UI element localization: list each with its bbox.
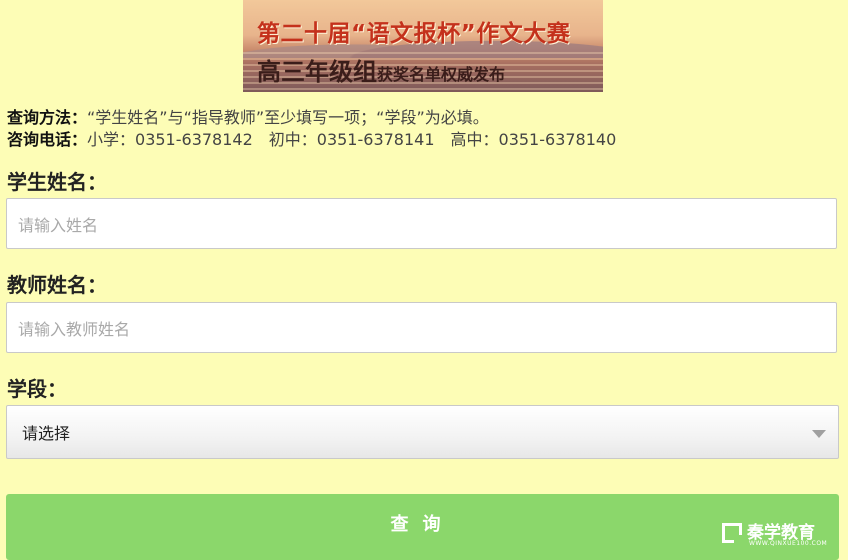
watermark-logo: 秦学教育 WWW.QINXUE100.COM [722,520,827,547]
banner-subtitle-main: 高三年级组 [257,58,377,86]
stage-label: 学段： [7,377,67,401]
watermark-url: WWW.QINXUE100.COM [749,540,828,547]
stage-select[interactable]: 请选择 [6,405,839,459]
logo-icon [722,523,742,543]
query-method-label: 查询方法： [7,108,88,127]
query-method: 查询方法：“学生姓名”与“指导教师”至少填写一项；“学段”为必填。 [7,104,489,128]
query-button-label: 查询 [390,514,455,535]
watermark-text: 秦学教育 [747,522,815,543]
teacher-name-placeholder: 请输入教师姓名 [18,319,131,339]
chevron-down-icon [812,430,826,438]
stage-select-value: 请选择 [22,424,71,443]
banner-subtitle-tail: 获奖名单权威发布 [377,65,506,84]
banner-subtitle: 高三年级组获奖名单权威发布 [257,52,505,87]
contact-phone-label: 咨询电话： [7,130,88,149]
banner-image: 第二十届“语文报杯”作文大赛 高三年级组获奖名单权威发布 [243,0,603,92]
student-name-input[interactable]: 请输入姓名 [6,198,837,249]
teacher-name-label: 教师姓名： [7,273,107,297]
contact-phone: 咨询电话：小学：0351-6378142 初中：0351-6378141 高中：… [7,126,616,150]
query-button[interactable]: 查询 [6,494,839,560]
student-name-label: 学生姓名： [7,170,107,194]
contact-phone-text: 小学：0351-6378142 初中：0351-6378141 高中：0351-… [87,130,617,149]
student-name-placeholder: 请输入姓名 [18,215,99,235]
query-method-text: “学生姓名”与“指导教师”至少填写一项；“学段”为必填。 [87,108,489,127]
teacher-name-input[interactable]: 请输入教师姓名 [6,302,837,353]
banner-title: 第二十届“语文报杯”作文大赛 [257,21,571,47]
